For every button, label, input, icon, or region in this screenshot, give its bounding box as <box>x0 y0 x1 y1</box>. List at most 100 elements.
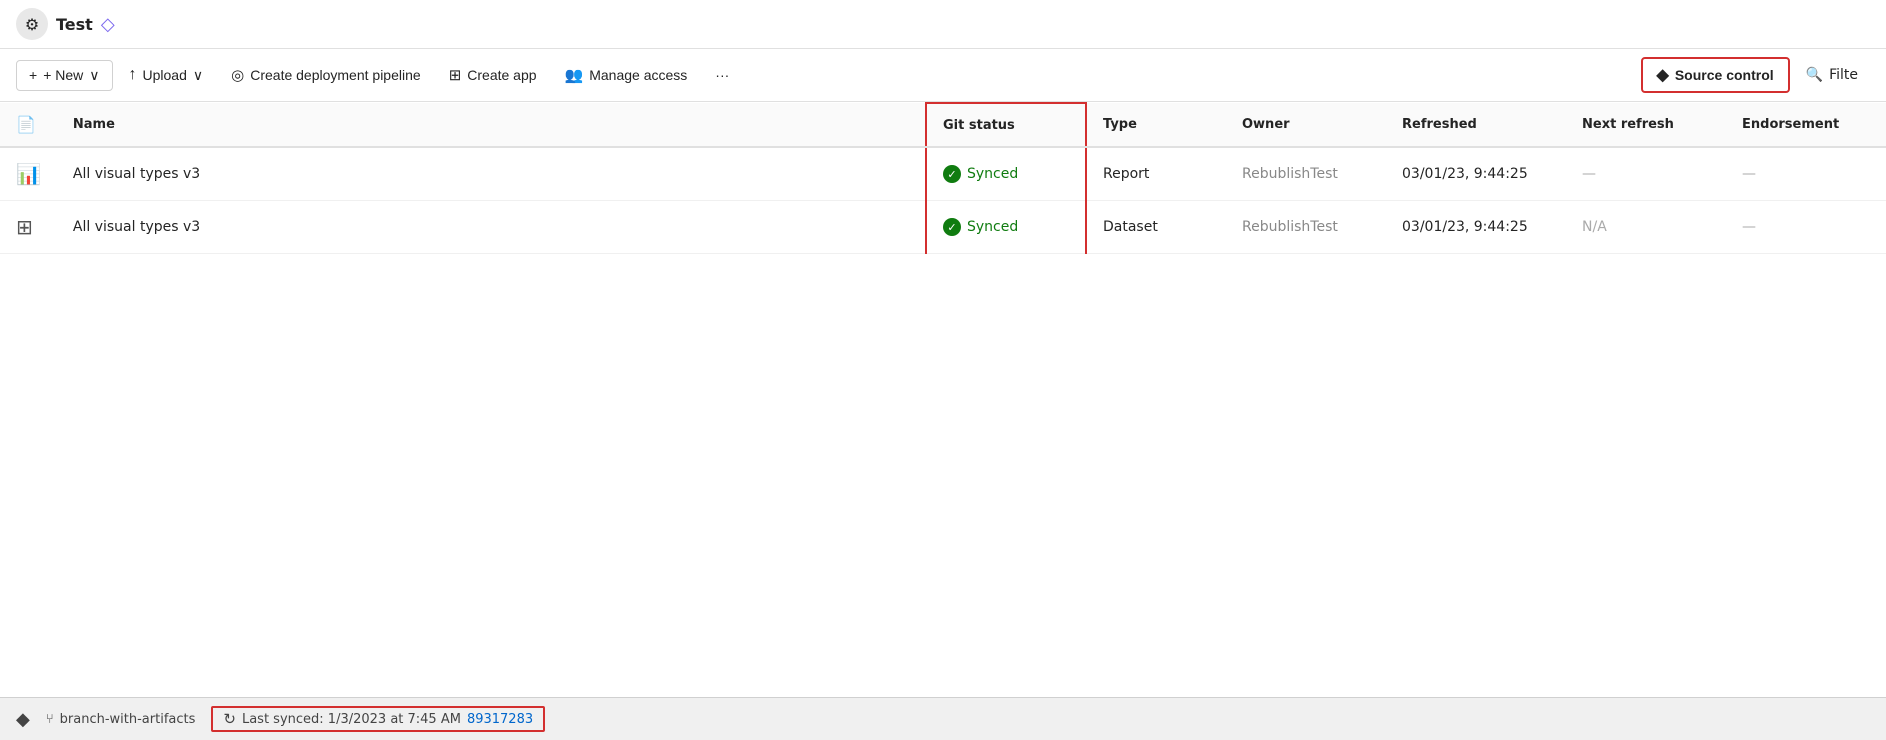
search-area[interactable]: 🔍 Filte <box>1794 61 1870 89</box>
sync-info: ↻ Last synced: 1/3/2023 at 7:45 AM 89317… <box>211 706 545 732</box>
synced-label: Synced <box>967 166 1018 182</box>
commit-hash: 89317283 <box>467 712 533 727</box>
item-type: Report <box>1103 166 1149 182</box>
item-endorsement: — <box>1742 219 1756 235</box>
manage-access-button[interactable]: 👥 Manage access <box>553 60 700 90</box>
row-next-refresh-cell: N/A <box>1566 201 1726 254</box>
item-next-refresh: — <box>1582 166 1596 182</box>
source-control-button[interactable]: ◆ Source control <box>1641 57 1790 93</box>
create-app-label: Create app <box>467 67 536 83</box>
more-actions-button[interactable]: ··· <box>885 214 909 240</box>
manage-access-label: Manage access <box>589 67 687 83</box>
col-header-endorsement: Endorsement <box>1726 103 1886 147</box>
branch-name: branch-with-artifacts <box>60 712 196 727</box>
row-icon-cell: ⊞ <box>0 201 57 254</box>
synced-check-icon: ✓ <box>943 218 961 236</box>
item-name: All visual types v3 <box>73 166 200 182</box>
upload-label: Upload <box>143 67 187 83</box>
item-name: All visual types v3 <box>73 219 200 235</box>
item-refreshed: 03/01/23, 9:44:25 <box>1402 166 1528 182</box>
share-icon: ↗ <box>837 166 850 183</box>
manage-icon: 👥 <box>565 66 584 84</box>
create-app-button[interactable]: ⊞ Create app <box>437 60 549 90</box>
row-owner-cell: RebublishTest <box>1226 201 1386 254</box>
item-owner: RebublishTest <box>1242 166 1338 182</box>
top-bar: ⚙ Test ◇ <box>0 0 1886 49</box>
row-next-refresh-cell: — <box>1566 147 1726 201</box>
row-actions-cell: ↗ ☆ ··· <box>817 147 926 201</box>
status-bar: ◆ ⑂ branch-with-artifacts ↻ Last synced:… <box>0 697 1886 740</box>
item-refreshed: 03/01/23, 9:44:25 <box>1402 219 1528 235</box>
pipeline-icon: ◎ <box>231 66 244 84</box>
app-icon: ⊞ <box>449 66 462 84</box>
col-header-refreshed: Refreshed <box>1386 103 1566 147</box>
upload-button[interactable]: ↑ Upload ∨ <box>117 60 216 90</box>
filter-label: Filte <box>1829 67 1858 83</box>
row-git-status-cell: ✓ Synced <box>926 147 1086 201</box>
branch-icon: ⑂ <box>46 712 54 727</box>
col-header-git-status: Git status <box>926 103 1086 147</box>
star-icon: ☆ <box>863 166 877 183</box>
synced-check-icon: ✓ <box>943 165 961 183</box>
row-refreshed-cell: 03/01/23, 9:44:25 <box>1386 201 1566 254</box>
row-icon-cell: 📊 <box>0 147 57 201</box>
row-refreshed-cell: 03/01/23, 9:44:25 <box>1386 147 1566 201</box>
col-header-type: Type <box>1086 103 1226 147</box>
new-label: + New <box>43 67 83 83</box>
branch-info: ⑂ branch-with-artifacts <box>46 712 196 727</box>
workspace-title: Test <box>56 15 93 34</box>
report-icon: 📊 <box>16 169 41 185</box>
upload-chevron-icon: ∨ <box>193 67 203 84</box>
favorite-button[interactable]: ☆ <box>859 160 881 188</box>
more-icon: ··· <box>715 67 729 83</box>
row-endorsement-cell: — <box>1726 201 1886 254</box>
toolbar: + + New ∨ ↑ Upload ∨ ◎ Create deployment… <box>0 49 1886 102</box>
row-name-cell: All visual types v3 <box>57 147 817 201</box>
item-endorsement: — <box>1742 166 1756 182</box>
last-synced-label: Last synced: 1/3/2023 at 7:45 AM <box>242 712 461 727</box>
share-button[interactable]: ↗ <box>833 213 854 241</box>
item-owner: RebublishTest <box>1242 219 1338 235</box>
table-row: ⊞ All visual types v3 ↗ ☆ ··· ✓ <box>0 201 1886 254</box>
favorite-button[interactable]: ☆ <box>859 213 881 241</box>
table-header-row: 📄 Name Git status Type Owner Refreshed N… <box>0 103 1886 147</box>
check-mark: ✓ <box>947 221 956 234</box>
check-mark: ✓ <box>947 168 956 181</box>
row-git-status-cell: ✓ Synced <box>926 201 1086 254</box>
diamond-icon: ◇ <box>101 14 115 35</box>
synced-badge: ✓ Synced <box>943 165 1069 183</box>
ellipsis-icon: ··· <box>889 165 905 182</box>
source-control-label: Source control <box>1675 67 1774 83</box>
create-pipeline-button[interactable]: ◎ Create deployment pipeline <box>219 60 433 90</box>
col-header-actions <box>817 103 926 147</box>
more-actions-button[interactable]: ··· <box>885 161 909 187</box>
row-owner-cell: RebublishTest <box>1226 147 1386 201</box>
upload-icon: ↑ <box>129 66 137 84</box>
row-type-cell: Report <box>1086 147 1226 201</box>
share-button[interactable]: ↗ <box>833 160 854 188</box>
row-name-cell: All visual types v3 <box>57 201 817 254</box>
items-table: 📄 Name Git status Type Owner Refreshed N… <box>0 102 1886 254</box>
new-chevron-icon: ∨ <box>89 67 99 84</box>
synced-label: Synced <box>967 219 1018 235</box>
synced-badge: ✓ Synced <box>943 218 1069 236</box>
source-control-icon: ◆ <box>1657 65 1669 85</box>
new-button[interactable]: + + New ∨ <box>16 60 113 91</box>
share-icon: ↗ <box>837 219 850 236</box>
row-type-cell: Dataset <box>1086 201 1226 254</box>
table-row: 📊 All visual types v3 ↗ ☆ ··· ✓ <box>0 147 1886 201</box>
more-button[interactable]: ··· <box>703 61 741 89</box>
star-icon: ☆ <box>863 219 877 236</box>
workspace-icon: ⚙ <box>16 8 48 40</box>
sync-icon: ↻ <box>223 710 236 728</box>
main-content: 📄 Name Git status Type Owner Refreshed N… <box>0 102 1886 697</box>
col-header-name: Name <box>57 103 817 147</box>
dataset-icon: ⊞ <box>16 222 33 238</box>
item-next-refresh: N/A <box>1582 219 1607 235</box>
col-header-icon: 📄 <box>0 103 57 147</box>
item-type: Dataset <box>1103 219 1158 235</box>
new-plus-icon: + <box>29 67 37 83</box>
search-icon: 🔍 <box>1806 67 1823 83</box>
col-header-next-refresh: Next refresh <box>1566 103 1726 147</box>
file-icon: 📄 <box>16 115 36 134</box>
